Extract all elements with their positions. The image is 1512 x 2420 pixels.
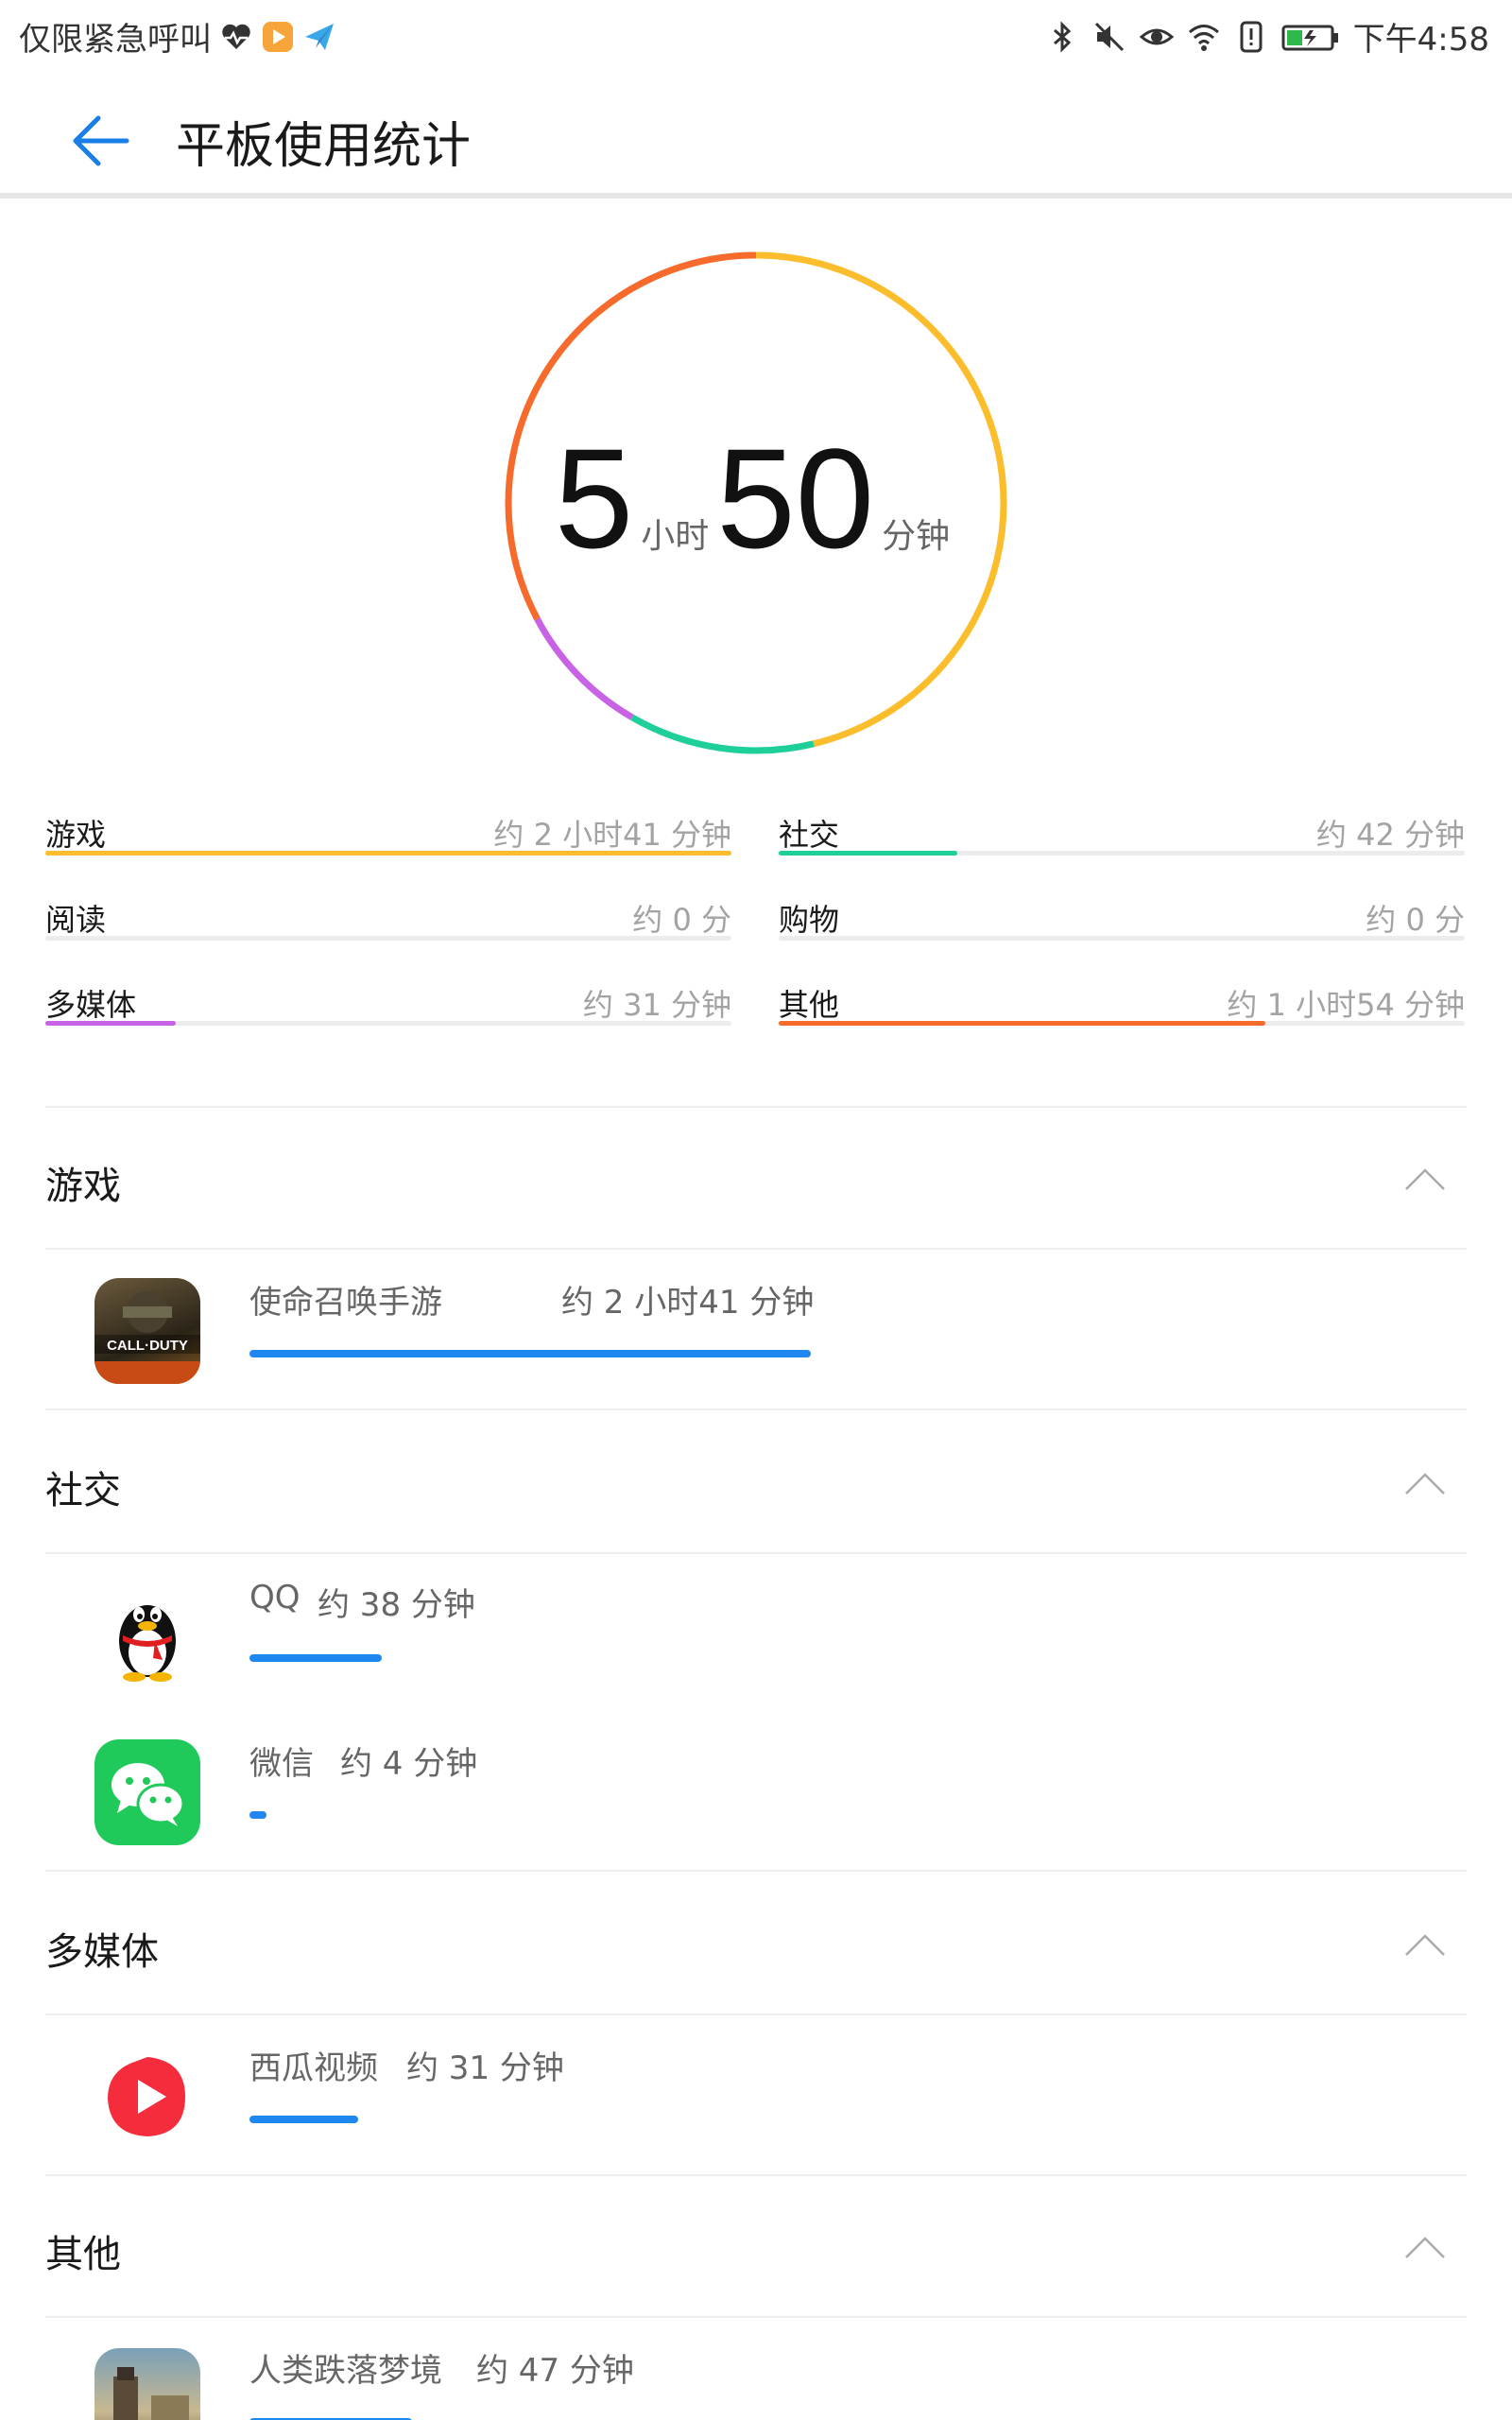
category-name: 多媒体 — [45, 987, 137, 1023]
eye-icon — [1139, 28, 1174, 44]
wechat-icon[interactable] — [94, 1739, 200, 1845]
category-bar-fill — [779, 851, 957, 856]
battery-icon — [1281, 25, 1338, 50]
app-header: 平板使用统计 — [0, 72, 1512, 199]
app-usage-bar — [249, 1654, 383, 1662]
app-usage-bar — [249, 1811, 266, 1819]
alert-icon — [1240, 21, 1263, 52]
status-bar: 仅限紧急呼叫 下午4:58 — [0, 0, 1512, 72]
category-bar-track — [779, 1021, 1465, 1026]
divider — [45, 1409, 1467, 1410]
category-bar-track — [779, 936, 1465, 941]
app-name: 西瓜视频 — [249, 2049, 378, 2087]
app-time: 约 31 分钟 — [406, 2049, 564, 2087]
app-time: 约 38 分钟 — [318, 1586, 475, 1624]
divider — [45, 1552, 1467, 1554]
chevron-up-icon[interactable] — [1404, 2235, 1446, 2259]
human-fall-flat-icon[interactable] — [94, 2348, 200, 2420]
app-usage-bar — [249, 2116, 358, 2123]
chevron-up-icon[interactable] — [1404, 1167, 1446, 1191]
divider — [45, 2014, 1467, 2015]
total-minutes: 50 — [716, 419, 875, 578]
divider — [45, 1248, 1467, 1250]
xigua-video-graphic — [108, 2057, 185, 2136]
section-title-multimedia: 多媒体 — [45, 1930, 159, 1974]
category-bar-fill — [45, 851, 731, 856]
category-name: 其他 — [779, 987, 840, 1023]
wechat-graphic — [112, 1763, 185, 1826]
category-shopping: 购物 约 0 分 — [779, 896, 1465, 953]
category-multimedia: 多媒体 约 31 分钟 — [45, 981, 731, 1038]
category-other: 其他 约 1 小时54 分钟 — [779, 981, 1465, 1038]
call-of-duty-icon[interactable]: CALL·DUTY — [94, 1278, 200, 1384]
bluetooth-icon — [1053, 20, 1071, 53]
human-fall-flat-graphic — [113, 2367, 189, 2420]
category-name: 购物 — [779, 902, 840, 938]
category-bar-track — [45, 936, 731, 941]
total-usage: 5 小时 50 分钟 — [501, 248, 1011, 758]
category-games: 游戏 约 2 小时41 分钟 — [45, 811, 731, 868]
app-time: 约 4 分钟 — [340, 1745, 478, 1783]
category-bar-fill — [779, 1021, 1266, 1026]
chevron-up-icon[interactable] — [1404, 1471, 1446, 1495]
app-name: QQ — [249, 1579, 301, 1616]
divider — [45, 2316, 1467, 2318]
qq-penguin-icon[interactable] — [94, 1581, 200, 1686]
chevron-up-icon[interactable] — [1404, 1932, 1446, 1957]
app-time: 约 47 分钟 — [476, 2352, 634, 2390]
app-name: 人类跌落梦境 — [249, 2352, 442, 2390]
call-of-duty-graphic: CALL·DUTY — [94, 1291, 200, 1384]
category-bar-track — [779, 851, 1465, 856]
clock: 下午4:58 — [1352, 21, 1489, 59]
category-social: 社交 约 42 分钟 — [779, 811, 1465, 868]
divider — [45, 1870, 1467, 1872]
section-title-social: 社交 — [45, 1469, 121, 1512]
paper-plane-icon — [305, 23, 334, 50]
category-value: 约 0 分 — [1366, 902, 1465, 938]
wifi-icon — [1188, 24, 1219, 51]
category-reading: 阅读 约 0 分 — [45, 896, 731, 953]
carrier-text: 仅限紧急呼叫 — [19, 21, 212, 59]
mute-icon — [1094, 22, 1124, 51]
status-right: 下午4:58 — [1045, 13, 1489, 60]
xigua-video-icon[interactable] — [94, 2044, 200, 2150]
category-value: 约 0 分 — [632, 902, 731, 938]
category-value: 约 2 小时41 分钟 — [493, 817, 731, 853]
status-left: 仅限紧急呼叫 — [19, 13, 336, 60]
section-title-other: 其他 — [45, 2233, 121, 2276]
category-name: 阅读 — [45, 902, 107, 938]
app-name: 微信 — [249, 1745, 314, 1783]
category-bar-fill — [45, 1021, 176, 1026]
category-value: 约 42 分钟 — [1315, 817, 1465, 853]
call-of-duty-logo-text: CALL·DUTY — [107, 1338, 188, 1354]
heartbeat-icon — [222, 24, 250, 49]
total-hours: 5 — [554, 419, 634, 578]
minutes-unit: 分钟 — [882, 517, 951, 556]
category-value: 约 31 分钟 — [582, 987, 731, 1023]
divider — [45, 2174, 1467, 2176]
video-app-icon — [263, 21, 293, 52]
app-usage-bar — [249, 1350, 811, 1357]
back-arrow-icon[interactable] — [68, 108, 134, 174]
qq-penguin-graphic — [119, 1605, 176, 1682]
hours-unit: 小时 — [641, 517, 710, 556]
divider — [45, 1106, 1467, 1108]
category-bar-track — [45, 1021, 731, 1026]
category-name: 游戏 — [45, 817, 107, 853]
category-value: 约 1 小时54 分钟 — [1227, 987, 1465, 1023]
category-name: 社交 — [779, 817, 840, 853]
category-bar-track — [45, 851, 731, 856]
page-title: 平板使用统计 — [176, 118, 472, 175]
section-title-games: 游戏 — [45, 1165, 121, 1208]
usage-ring-chart: 5 小时 50 分钟 — [501, 248, 1011, 758]
app-name: 使命召唤手游 — [249, 1284, 442, 1322]
app-time: 约 2 小时41 分钟 — [561, 1284, 815, 1322]
